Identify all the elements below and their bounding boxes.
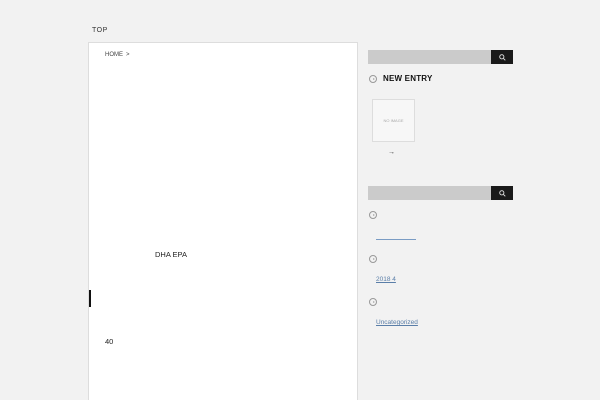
category-link[interactable]: Uncategorized [376,319,418,326]
recent-link-underline[interactable] [376,239,416,240]
search-button[interactable] [491,50,513,64]
circle-play-icon [369,298,377,306]
search-input-2[interactable] [368,186,491,200]
entry-thumbnail[interactable]: NO IMAGE [372,99,415,142]
breadcrumb-separator: > [126,52,130,58]
no-image-text: NO IMAGE [383,118,404,123]
search-icon [498,189,506,197]
article-title: DHA EPA [155,250,187,259]
breadcrumb: HOME > [105,52,130,58]
main-content: HOME > DHA EPA 40 [88,42,358,400]
search-form-2 [368,186,513,200]
new-entry-label: NEW ENTRY [383,74,433,83]
top-link[interactable]: TOP [92,27,108,34]
section-accent-bar [89,290,91,307]
count-text: 40 [105,337,114,346]
entry-link[interactable]: → [388,149,395,156]
circle-play-icon [369,211,377,219]
search-form [368,50,513,64]
new-entry-heading: NEW ENTRY [369,74,433,83]
circle-play-icon [369,74,377,83]
archive-link[interactable]: 2018 4 [376,276,396,283]
circle-play-icon [369,255,377,263]
search-button-2[interactable] [491,186,513,200]
breadcrumb-home-link[interactable]: HOME [105,52,123,58]
search-icon [498,53,506,61]
search-input[interactable] [368,50,491,64]
